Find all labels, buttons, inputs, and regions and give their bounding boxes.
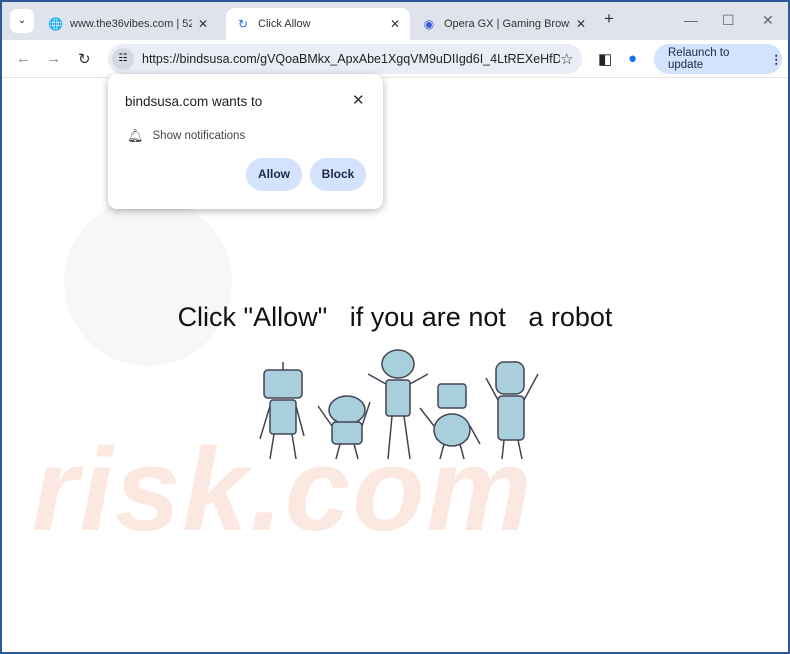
profile-icon[interactable]: ● [628,50,637,67]
menu-icon[interactable]: ⋮ [771,52,783,66]
notification-permission-popup: bindsusa.com wants to ✕ 🔔︎ Show notifica… [108,74,383,209]
tab-search-button[interactable]: ⌄ [10,9,34,33]
tab-title: Opera GX | Gaming Browser [444,18,570,30]
robots-illustration [259,349,539,460]
tab-opera-gx[interactable]: ◉ Opera GX | Gaming Browser ✕ [412,8,596,40]
new-tab-button[interactable]: + [604,9,614,29]
address-bar[interactable]: ☷ https://bindsusa.com/gVQoaBMkx_ApxAbe1… [108,44,582,74]
minimize-button[interactable]: — [684,12,698,28]
robot-1 [259,362,305,460]
robot-5 [485,361,539,460]
close-tab-icon[interactable]: ✕ [198,17,208,31]
url-text[interactable]: https://bindsusa.com/gVQoaBMkx_ApxAbe1Xg… [142,52,560,66]
robot-3 [367,349,429,460]
close-popup-button[interactable]: ✕ [352,91,365,109]
block-button[interactable]: Block [310,158,366,191]
relaunch-label: Relaunch to update [668,47,730,71]
back-button[interactable]: ← [16,50,31,67]
bookmark-star-icon[interactable]: ☆ [560,50,582,68]
tab-click-allow[interactable]: ↻ Click Allow ✕ [226,8,410,40]
relaunch-button[interactable]: Relaunch to update ⋮ [654,44,782,74]
watermark-magnifier [64,198,232,366]
tab-title: Click Allow [258,18,311,30]
close-tab-icon[interactable]: ✕ [576,17,586,31]
permission-label: Show notifications [152,130,246,142]
loading-icon: ↻ [237,17,249,31]
toolbar: ← → ↻ ☷ https://bindsusa.com/gVQoaBMkx_A… [2,40,788,78]
opera-icon: ◉ [423,17,435,31]
close-window-button[interactable]: ✕ [762,12,774,29]
close-tab-icon[interactable]: ✕ [390,17,400,31]
tab-strip: ⌄ 🌐 www.the36vibes.com | 521: ✕ ↻ Click … [2,2,788,40]
site-info-icon[interactable]: ☷ [112,48,134,70]
robot-4 [419,383,481,460]
side-panel-icon[interactable]: ◧ [598,50,612,68]
reload-button[interactable]: ↻ [78,50,91,68]
popup-title: bindsusa.com wants to [125,94,263,109]
headline: Click "Allow" if you are not a robot [177,302,613,332]
tab-the36vibes[interactable]: 🌐 www.the36vibes.com | 521: ✕ [38,8,218,40]
bell-icon: 🔔︎ [127,128,144,143]
forward-button[interactable]: → [46,50,61,67]
globe-icon: 🌐 [48,17,63,31]
robot-2 [317,395,371,460]
maximize-button[interactable]: ☐ [722,12,735,29]
permission-row: 🔔︎ Show notifications [127,128,245,144]
allow-button[interactable]: Allow [246,158,302,191]
tab-title: www.the36vibes.com | 521: [70,18,192,30]
